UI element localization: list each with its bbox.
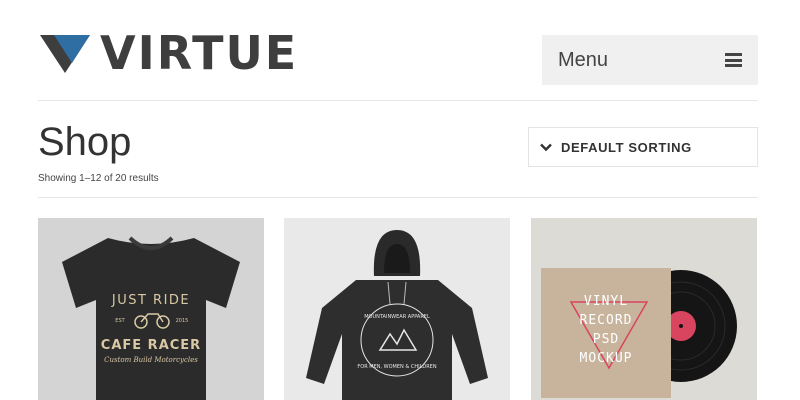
logo-text: VIRTUE <box>100 26 299 80</box>
site-logo[interactable]: VIRTUE <box>40 30 298 76</box>
hamburger-icon <box>725 53 742 67</box>
menu-button[interactable]: Menu <box>542 35 758 85</box>
mountain-hoodie-image: MOUNTAINWEAR APPAREL FOR MEN, WOMEN & CH… <box>306 230 488 400</box>
logo-triangle-icon <box>40 35 90 73</box>
sorting-label: DEFAULT SORTING <box>561 139 692 155</box>
header-divider <box>38 100 758 101</box>
image-text-vinyl: VINYL <box>584 294 628 309</box>
image-text-apparel: MOUNTAINWEAR APPAREL <box>364 314 430 320</box>
product-card-tshirt[interactable]: JUST RIDE EST 2015 CAFE RACER Custom Bui… <box>38 218 264 400</box>
image-text-est: EST <box>115 318 125 324</box>
image-text-for-all: FOR MEN, WOMEN & CHILDREN <box>357 364 436 370</box>
image-text-year: 2015 <box>176 318 189 324</box>
site-header: VIRTUE Menu <box>0 0 800 100</box>
result-count: Showing 1–12 of 20 results <box>38 173 159 184</box>
cafe-racer-tshirt-image: JUST RIDE EST 2015 CAFE RACER Custom Bui… <box>62 236 240 400</box>
vinyl-record-image: VINYL RECORD PSD MOCKUP <box>541 268 737 398</box>
image-text-just-ride: JUST RIDE <box>111 293 190 308</box>
image-text-cafe-racer: CAFE RACER <box>101 338 201 353</box>
image-text-subtitle: Custom Build Motorcycles <box>104 356 198 364</box>
page-title: Shop <box>38 120 132 164</box>
sorting-dropdown[interactable]: DEFAULT SORTING <box>528 127 758 167</box>
product-card-vinyl[interactable]: VINYL RECORD PSD MOCKUP <box>531 218 757 400</box>
content-divider <box>38 197 758 198</box>
image-text-mockup: MOCKUP <box>580 351 633 366</box>
product-card-hoodie[interactable]: MOUNTAINWEAR APPAREL FOR MEN, WOMEN & CH… <box>284 218 510 400</box>
image-text-psd: PSD <box>593 332 619 347</box>
chevron-down-icon <box>540 143 552 152</box>
menu-label: Menu <box>558 48 609 71</box>
image-text-record: RECORD <box>580 313 633 328</box>
